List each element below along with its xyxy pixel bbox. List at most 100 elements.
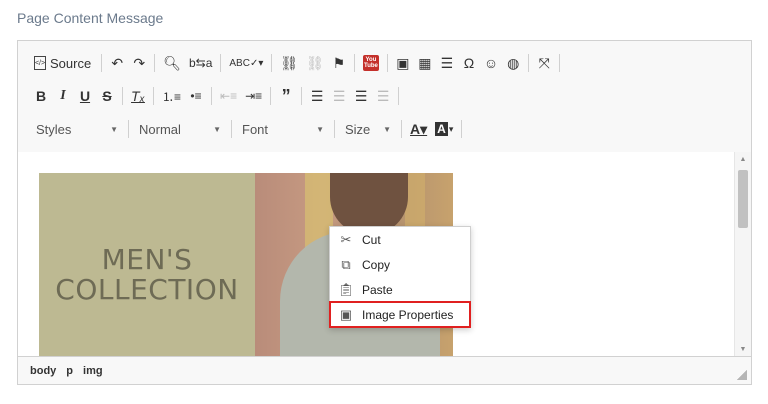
align-center-icon: ☰ <box>332 87 346 104</box>
underline-button[interactable]: U <box>74 84 96 108</box>
search-icon: 🔍︎ <box>163 54 181 71</box>
context-menu-paste[interactable]: 📋︎ Paste <box>330 277 470 302</box>
path-body[interactable]: body <box>30 365 56 377</box>
table-icon: ▦ <box>418 54 432 71</box>
align-right-button[interactable]: ☰ <box>350 84 372 108</box>
source-button[interactable]: </> Source <box>30 51 97 75</box>
numbered-list-button[interactable]: ⒈≡ <box>158 84 185 108</box>
scissors-icon: ✂ <box>340 231 352 247</box>
outdent-button[interactable]: ⇤≡ <box>216 84 241 108</box>
font-dropdown[interactable]: Font ▼ <box>236 117 330 141</box>
remove-format-button[interactable]: Tₓ <box>127 84 149 108</box>
maximize-icon: ⤧ <box>538 54 550 71</box>
context-menu: ✂ Cut ⧉ Copy 📋︎ Paste ▣ Image Properties <box>329 226 471 328</box>
align-center-button[interactable]: ☰ <box>328 84 350 108</box>
text-color-button[interactable]: A▾ <box>406 117 431 141</box>
source-label: Source <box>50 55 92 71</box>
undo-icon: ↶ <box>111 54 124 71</box>
styles-dropdown[interactable]: Styles ▼ <box>30 117 124 141</box>
anchor-button[interactable]: ⚑ <box>328 51 350 75</box>
size-dropdown[interactable]: Size ▼ <box>339 117 397 141</box>
page-content-message-label: Page Content Message <box>17 10 164 26</box>
context-menu-label: Image Properties <box>362 307 454 322</box>
toolbar-separator <box>231 120 232 138</box>
italic-icon: I <box>60 88 66 103</box>
rich-text-editor[interactable]: </> Source ↶ ↷ 🔍︎ b⇆a ABC✓▾ ⛓ ⛓ ⚑ You Tub… <box>17 40 752 385</box>
context-menu-label: Copy <box>362 257 391 272</box>
scrollbar-thumb[interactable] <box>738 170 748 228</box>
strikethrough-button[interactable]: S <box>96 84 118 108</box>
smiley-button[interactable]: ☺ <box>480 51 502 75</box>
scroll-down-icon[interactable]: ▼ <box>735 342 751 356</box>
context-menu-label: Paste <box>362 282 393 297</box>
background-color-button[interactable]: A ▾ <box>431 117 457 141</box>
table-button[interactable]: ▦ <box>414 51 436 75</box>
font-label: Font <box>242 121 269 137</box>
find-button[interactable]: 🔍︎ <box>159 51 185 75</box>
image-button[interactable]: ▣ <box>392 51 414 75</box>
flag-icon: ⚑ <box>332 54 346 71</box>
bulleted-list-icon: •≡ <box>190 89 202 103</box>
toolbar-separator <box>270 87 272 105</box>
bold-icon: B <box>35 88 47 104</box>
bulleted-list-button[interactable]: •≡ <box>185 84 207 108</box>
numbered-list-icon: ⒈≡ <box>162 89 182 104</box>
link-icon: ⛓ <box>280 54 299 71</box>
editor-toolbar: </> Source ↶ ↷ 🔍︎ b⇆a ABC✓▾ ⛓ ⛓ ⚑ You Tub… <box>18 41 751 153</box>
redo-button[interactable]: ↷ <box>128 51 150 75</box>
vertical-scrollbar[interactable]: ▲ ▼ <box>734 152 751 356</box>
spellcheck-button[interactable]: ABC✓▾ <box>225 51 267 75</box>
background-color-icon: A <box>435 122 448 136</box>
toolbar-separator <box>153 87 154 105</box>
quote-icon: ” <box>281 85 291 106</box>
remove-format-icon: Tₓ <box>131 88 145 104</box>
replace-icon: b⇆a <box>188 56 213 70</box>
replace-button[interactable]: b⇆a <box>185 51 216 75</box>
justify-icon: ☰ <box>376 87 390 104</box>
toolbar-separator <box>398 87 400 105</box>
iframe-button[interactable]: ◍ <box>502 51 524 75</box>
chevron-down-icon: ▾ <box>448 123 454 134</box>
chevron-down-icon: ▼ <box>110 124 118 134</box>
toolbar-separator <box>353 54 355 72</box>
toolbar-separator <box>301 87 303 105</box>
copy-icon: ⧉ <box>341 256 351 272</box>
indent-icon: ⇥≡ <box>245 89 263 103</box>
unlink-icon: ⛓ <box>306 54 324 71</box>
toolbar-separator <box>461 120 463 138</box>
special-char-button[interactable]: Ω <box>458 51 480 75</box>
toolbar-row-3: Styles ▼ Normal ▼ Font ▼ Size ▼ A▾ A ▾ <box>30 117 466 141</box>
paste-icon: 📋︎ <box>337 281 355 297</box>
context-menu-copy[interactable]: ⧉ Copy <box>330 252 470 277</box>
text-color-icon: A▾ <box>410 120 428 137</box>
underline-icon: U <box>79 88 91 104</box>
spellcheck-icon: ABC✓▾ <box>229 57 264 69</box>
image-text-line-2: COLLECTION <box>55 273 239 306</box>
indent-button[interactable]: ⇥≡ <box>241 84 266 108</box>
resize-handle-icon[interactable] <box>737 370 747 380</box>
italic-button[interactable]: I <box>52 84 74 108</box>
blockquote-button[interactable]: ” <box>275 84 297 108</box>
bold-button[interactable]: B <box>30 84 52 108</box>
link-button[interactable]: ⛓ <box>276 51 302 75</box>
context-menu-label: Cut <box>362 232 381 247</box>
image-icon: ▣ <box>396 54 410 71</box>
path-img[interactable]: img <box>83 365 103 377</box>
image-text-line-1: MEN'S <box>101 243 193 276</box>
justify-button[interactable]: ☰ <box>372 84 394 108</box>
maximize-button[interactable]: ⤧ <box>533 51 555 75</box>
youtube-button[interactable]: You Tube <box>359 51 383 75</box>
path-p[interactable]: p <box>66 365 73 377</box>
chevron-down-icon: ▼ <box>316 124 324 134</box>
context-menu-cut[interactable]: ✂ Cut <box>330 227 470 252</box>
toolbar-separator <box>528 54 530 72</box>
toolbar-row-1: </> Source ↶ ↷ 🔍︎ b⇆a ABC✓▾ ⛓ ⛓ ⚑ You Tub… <box>30 51 564 75</box>
horizontal-line-button[interactable]: ☰ <box>436 51 458 75</box>
scroll-up-icon[interactable]: ▲ <box>735 152 751 166</box>
align-left-button[interactable]: ☰ <box>306 84 328 108</box>
unlink-button[interactable]: ⛓ <box>302 51 328 75</box>
context-menu-image-properties[interactable]: ▣ Image Properties <box>329 301 471 328</box>
format-dropdown[interactable]: Normal ▼ <box>133 117 227 141</box>
undo-button[interactable]: ↶ <box>106 51 128 75</box>
toolbar-separator <box>122 87 123 105</box>
